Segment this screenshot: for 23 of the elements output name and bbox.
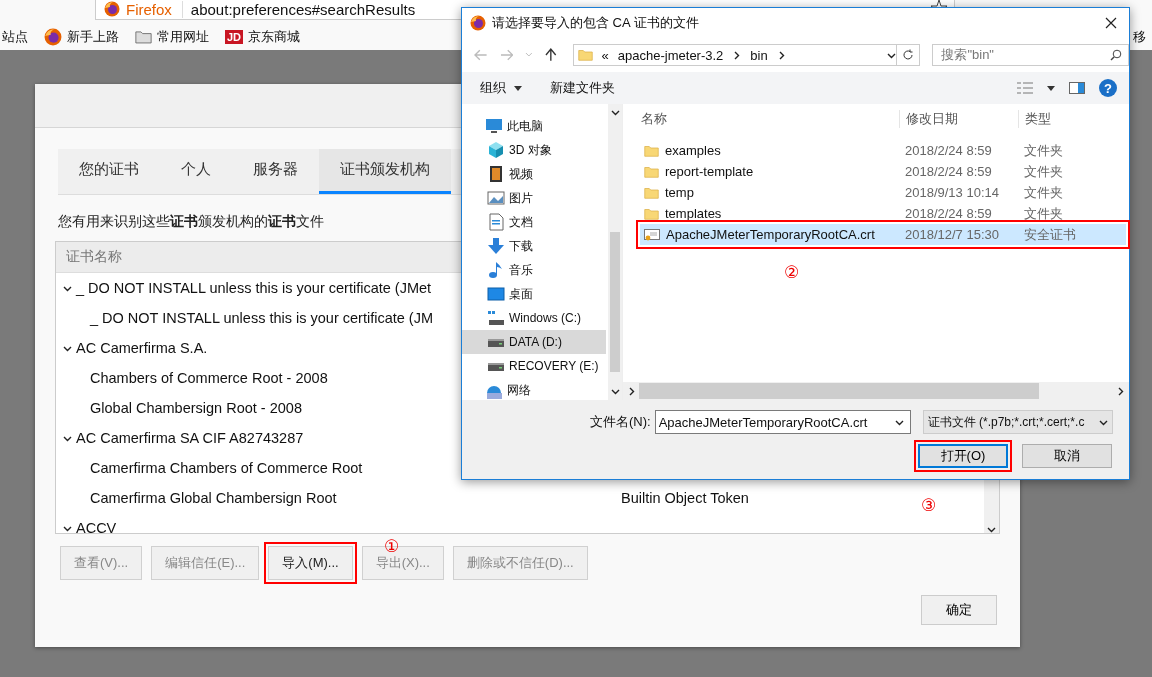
type-cell-text: 文件夹	[1023, 141, 1063, 160]
date-cell-text: 2018/2/24 8:59	[904, 164, 993, 179]
token-cell: Builtin Object Token	[621, 490, 749, 506]
file-name: report-template	[665, 164, 754, 179]
callout-number: ②	[784, 262, 800, 283]
file-name: templates	[665, 206, 722, 221]
date-cell-text: 2018/2/24 8:59	[904, 206, 993, 221]
date-cell-text: 2018/9/13 10:14	[904, 185, 1000, 200]
url-text: about:preferences#searchResults	[190, 0, 416, 18]
type-cell-text: 安全证书	[1023, 225, 1076, 244]
type-cell-text: 文件夹	[1023, 204, 1063, 223]
type-cell-text: 文件夹	[1023, 162, 1063, 181]
date-cell-text: 2018/12/7 15:30	[904, 227, 1000, 242]
callout-number: ③	[921, 495, 937, 516]
type-cell-text: 文件夹	[1023, 183, 1063, 202]
file-name: ApacheJMeterTemporaryRootCA.crt	[666, 227, 875, 242]
jd-logo: JD	[225, 30, 244, 44]
date-cell-text: 2018/2/24 8:59	[904, 143, 993, 158]
description-text: 您有用来识别这些证书颁发机构的证书文件	[58, 213, 324, 231]
file-name: temp	[665, 185, 694, 200]
file-name: examples	[665, 143, 721, 158]
identity-label: Firefox	[104, 0, 183, 18]
filename-label: 文件名(N):	[590, 413, 651, 431]
